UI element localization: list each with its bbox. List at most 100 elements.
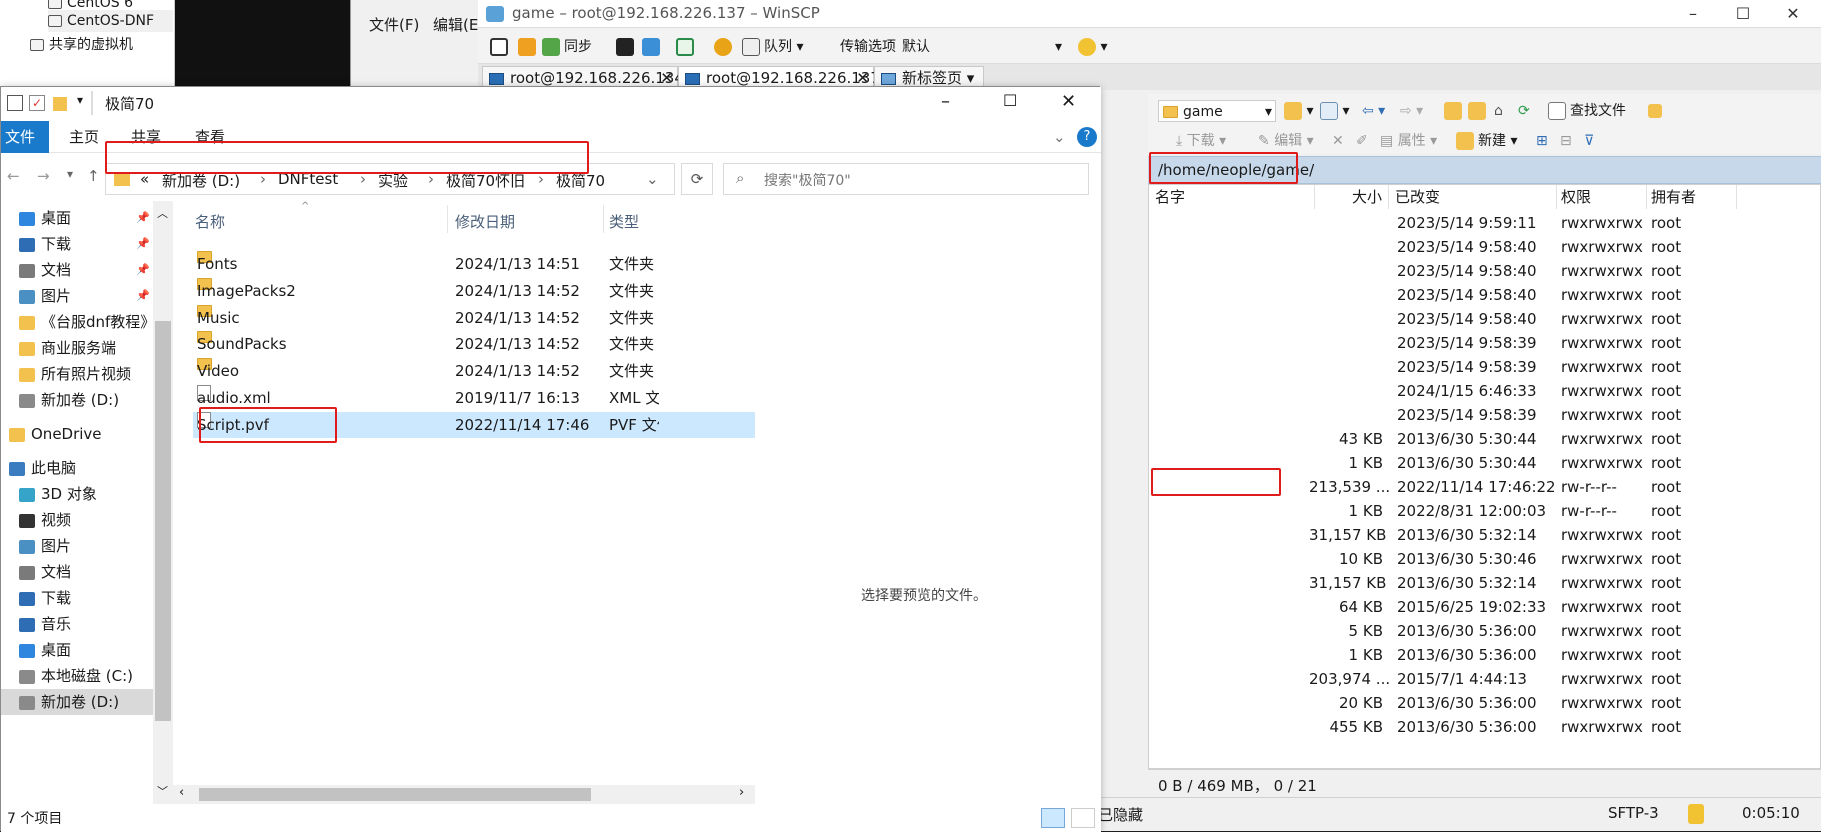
list-item[interactable]: Video 2024/1/13 14:52 文件夹: [193, 358, 755, 384]
nav-item[interactable]: OneDrive: [1, 421, 156, 447]
menu-edit[interactable]: 编辑(E: [433, 14, 478, 35]
table-row[interactable]: HSPub.key5 KB2013/6/30 5:36:00rwxrwxrwxr…: [1149, 619, 1821, 643]
maximize-icon[interactable]: ☐: [1003, 91, 1017, 110]
list-item[interactable]: ImagePacks2 2024/1/13 14:52 文件夹: [193, 277, 755, 304]
recent-chevron-down-icon[interactable]: ▾: [67, 167, 73, 181]
minimize-icon[interactable]: –: [1671, 2, 1715, 26]
table-row[interactable]: game.c203,974 ...2015/7/1 4:44:13rwxrwxr…: [1149, 667, 1821, 691]
find-files-button[interactable]: 查找文件: [1548, 100, 1626, 122]
open-dir-icon[interactable]: ▾: [1284, 100, 1313, 122]
table-row[interactable]: Script2023/5/14 9:58:40rwxrwxrwxroot: [1149, 235, 1821, 259]
address-chevron-down-icon[interactable]: ⌄: [646, 170, 659, 188]
breadcrumb-dnftest[interactable]: DNFtest: [278, 170, 338, 188]
table-row[interactable]: jiami64 KB2015/6/25 19:02:33rwxrwxrwxroo…: [1149, 595, 1821, 619]
maximize-icon[interactable]: ☐: [1721, 2, 1765, 26]
up-arrow-icon[interactable]: ↑: [87, 167, 100, 185]
download-button[interactable]: ⤓ 下载 ▾: [1176, 130, 1226, 152]
nav-item[interactable]: 3D 对象: [1, 481, 156, 507]
refresh-icon[interactable]: ⟳: [1518, 100, 1530, 122]
scroll-down-chevron-icon[interactable]: ﹀: [157, 783, 168, 799]
refresh-icon[interactable]: ⟳: [681, 163, 713, 195]
col-changed[interactable]: 已改变: [1395, 185, 1557, 209]
putty-icon[interactable]: [642, 36, 660, 58]
table-row[interactable]: DNFAntiCpX.hsb20 KB2013/6/30 5:36:00rwxr…: [1149, 691, 1821, 715]
help-icon[interactable]: ?: [1077, 127, 1097, 147]
search-input[interactable]: ⌕ 搜索"极简70": [723, 163, 1089, 195]
list-item[interactable]: Music 2024/1/13 14:52 文件夹: [193, 304, 755, 331]
refresh-session-icon[interactable]: [676, 36, 694, 58]
nav-item[interactable]: 下载 📌: [1, 231, 156, 257]
delete-icon[interactable]: ✕: [1332, 130, 1344, 152]
pin-icon[interactable]: 📌: [136, 257, 150, 283]
table-row[interactable]: libtss_sdk.so.1.0.39431,157 KB2013/6/30 …: [1149, 523, 1821, 547]
compare-icon[interactable]: [490, 36, 508, 58]
hscroll-thumb[interactable]: [199, 788, 591, 801]
nav-item[interactable]: 图片: [1, 533, 156, 559]
table-row[interactable]: 3N.mhe455 KB2013/6/30 5:36:00rwxrwxrwxro…: [1149, 715, 1821, 739]
deselect-icon[interactable]: ⊟: [1560, 130, 1572, 152]
table-row[interactable]: libnxencryption.so10 KB2013/6/30 5:30:46…: [1149, 547, 1821, 571]
sync-browse-icon[interactable]: [518, 36, 536, 58]
transfer-settings-select[interactable]: 默认 ▾: [902, 36, 1062, 58]
checklist-icon[interactable]: ✓: [29, 95, 45, 111]
properties-button[interactable]: ▤ 属性 ▾: [1380, 130, 1437, 152]
filter-select-icon[interactable]: ⊽: [1584, 130, 1594, 152]
close-icon[interactable]: ✕: [1771, 2, 1815, 26]
home-icon[interactable]: ⌂: [1494, 100, 1503, 122]
nav-item[interactable]: 桌面 📌: [1, 205, 156, 231]
breadcrumb-jijian70[interactable]: 极简70: [556, 170, 605, 191]
terminal-icon[interactable]: [616, 36, 634, 58]
table-row[interactable]: channel_info2023/5/14 9:58:39rwxrwxrwxro…: [1149, 331, 1821, 355]
nav-item[interactable]: 此电脑: [1, 455, 156, 481]
pin-icon[interactable]: 📌: [136, 231, 150, 257]
breadcrumb-experiment[interactable]: 实验: [378, 170, 408, 191]
qat-chevron-down-icon[interactable]: ▾: [77, 93, 83, 107]
details-view-icon[interactable]: [1041, 808, 1065, 828]
pin-icon[interactable]: 📌: [136, 283, 150, 309]
ribbon-view-tab[interactable]: 查看: [195, 121, 225, 153]
address-bar[interactable]: « 新加卷 (D:) › DNFtest › 实验 › 极简70怀旧 › 极简7…: [105, 163, 675, 195]
table-row[interactable]: captcha_font2023/5/14 9:58:39rwxrwxrwxro…: [1149, 403, 1821, 427]
vm-item-shared[interactable]: 共享的虚拟机: [30, 34, 133, 56]
remote-dir-select[interactable]: game ▾: [1158, 100, 1276, 122]
col-date[interactable]: 修改日期: [455, 211, 515, 232]
nav-item[interactable]: 音乐: [1, 611, 156, 637]
select-all-icon[interactable]: ⊞: [1536, 130, 1548, 152]
pin-icon[interactable]: 📌: [136, 205, 150, 231]
large-icons-view-icon[interactable]: [1071, 808, 1095, 828]
col-rights[interactable]: 权限: [1557, 185, 1647, 209]
file-list[interactable]: ^ 名称 修改日期 类型 Fonts 2024/1/13 14:51 文件夹 Imag…: [173, 201, 755, 804]
edit-button[interactable]: ✎ 编辑 ▾: [1258, 130, 1314, 152]
list-item[interactable]: SoundPacks 2024/1/13 14:52 文件夹: [193, 331, 755, 357]
nav-item[interactable]: 本地磁盘 (C:): [1, 663, 156, 689]
breadcrumb-overflow[interactable]: «: [140, 170, 149, 188]
table-row[interactable]: cfg_diregie2023/5/14 9:58:39rwxrwxrwxroo…: [1149, 355, 1821, 379]
table-row[interactable]: libantisvrimport.so31,157 KB2013/6/30 5:…: [1149, 571, 1821, 595]
nav-item[interactable]: 新加卷 (D:): [1, 387, 156, 413]
nav-item[interactable]: 《台服dnf教程》: [1, 309, 156, 335]
close-icon[interactable]: ✕: [1061, 91, 1076, 112]
remote-file-list[interactable]: 名字 大小 已改变 权限 拥有者 ..2023/5/14 9:59:11rwxr…: [1148, 184, 1821, 769]
sync-button[interactable]: 同步: [542, 36, 592, 58]
ribbon-home-tab[interactable]: 主页: [69, 121, 99, 153]
nav-item[interactable]: 商业服务端: [1, 335, 156, 361]
nav-item[interactable]: 所有照片视频: [1, 361, 156, 387]
nav-item[interactable]: 视频: [1, 507, 156, 533]
new-button[interactable]: 新建 ▾: [1456, 130, 1517, 152]
transfer-profile-icon[interactable]: ▾: [1078, 36, 1107, 58]
table-row[interactable]: server_dnf.str1 KB2013/6/30 5:30:44rwxrw…: [1149, 451, 1821, 475]
queue-button[interactable]: 队列 ▾: [742, 36, 803, 58]
table-row[interactable]: cfg2024/1/15 6:46:33rwxrwxrwxroot: [1149, 379, 1821, 403]
list-item[interactable]: Script.pvf 2022/11/14 17:46 PVF 文件: [193, 411, 755, 438]
ribbon-expand-chevron-icon[interactable]: ⌄: [1053, 121, 1066, 153]
nav-item[interactable]: 桌面: [1, 637, 156, 663]
table-row[interactable]: pid2023/5/14 9:58:40rwxrwxrwxroot: [1149, 259, 1821, 283]
preferences-gear-icon[interactable]: [714, 36, 732, 58]
scroll-up-chevron-icon[interactable]: ︿: [157, 205, 168, 221]
table-row[interactable]: Script.pvf213,539 ...2022/11/14 17:46:22…: [1149, 475, 1821, 499]
col-owner[interactable]: 拥有者: [1647, 185, 1737, 209]
forward-arrow-icon[interactable]: ⇨ ▾: [1400, 100, 1423, 122]
col-size[interactable]: 大小: [1315, 185, 1389, 209]
nav-item[interactable]: 新加卷 (D:): [1, 689, 156, 715]
breadcrumb-drive-d[interactable]: 新加卷 (D:): [162, 170, 240, 191]
